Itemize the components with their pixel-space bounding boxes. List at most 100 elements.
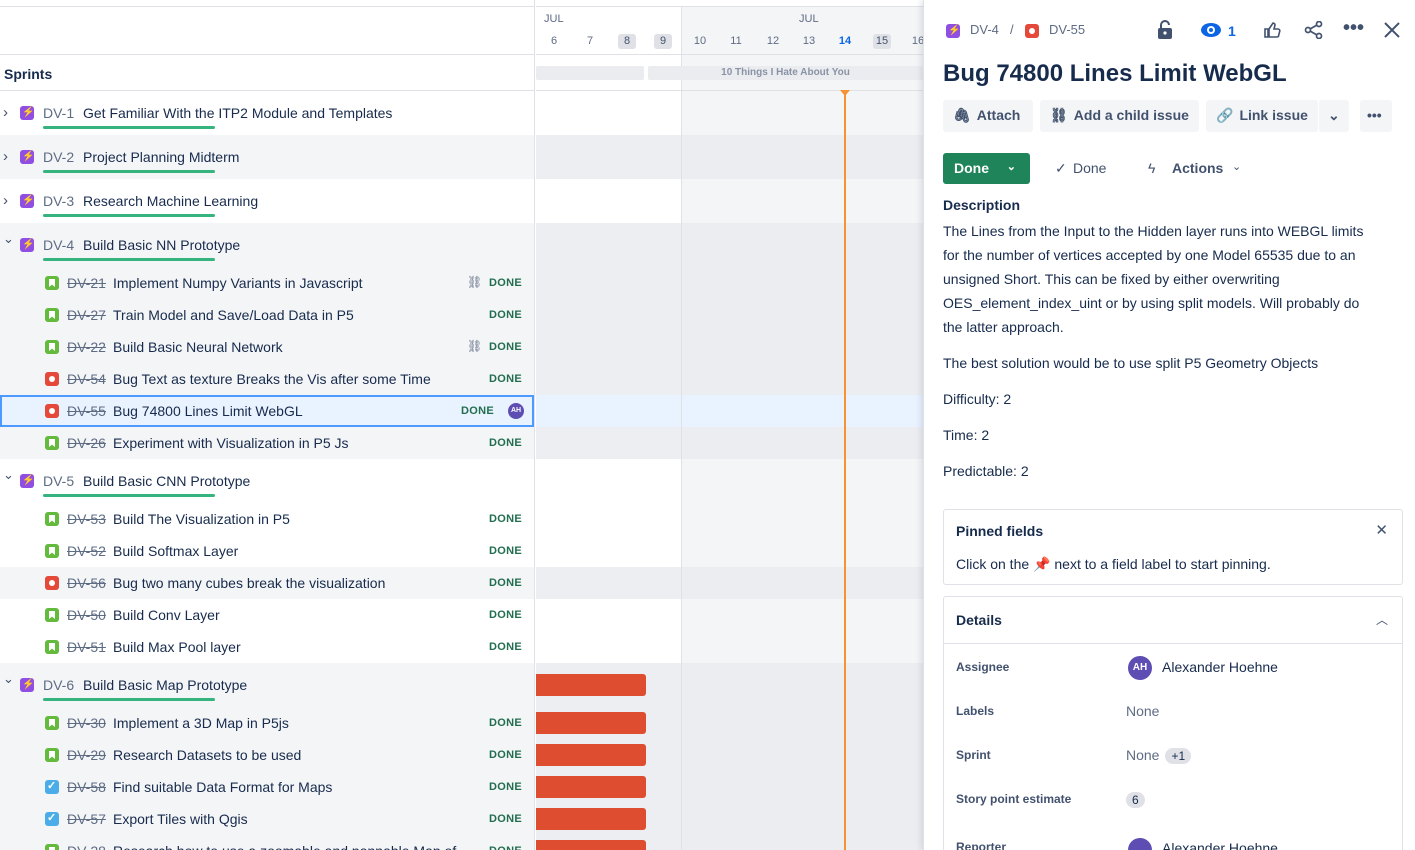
issue-row[interactable]: DV-52 Build Softmax Layer DONE bbox=[0, 535, 534, 567]
breadcrumb-current[interactable]: DV-55 bbox=[1049, 22, 1085, 37]
issue-key[interactable]: DV-5 bbox=[43, 473, 74, 489]
issue-key[interactable]: DV-56 bbox=[67, 575, 106, 591]
issue-summary[interactable]: Bug two many cubes break the visualizati… bbox=[113, 575, 385, 591]
issue-summary[interactable]: Build Basic Neural Network bbox=[113, 339, 283, 355]
epic-row[interactable]: › DV-1 Get Familiar With the ITP2 Module a… bbox=[0, 91, 534, 135]
issue-summary[interactable]: Train Model and Save/Load Data in P5 bbox=[113, 307, 354, 323]
issue-key[interactable]: DV-50 bbox=[67, 607, 106, 623]
issue-summary[interactable]: Find suitable Data Format for Maps bbox=[113, 779, 332, 795]
watch-count[interactable]: 1 bbox=[1228, 23, 1236, 39]
chevron-up-icon[interactable]: ︿ bbox=[1376, 611, 1388, 628]
issue-summary[interactable]: Build Basic Map Prototype bbox=[83, 677, 247, 693]
thumbs-up-icon[interactable] bbox=[1263, 21, 1281, 44]
issue-row[interactable]: DV-29 Research Datasets to be used DONE bbox=[0, 739, 534, 771]
epic-row[interactable]: ⌄ DV-6 Build Basic Map Prototype bbox=[0, 663, 534, 707]
issue-row[interactable]: DV-26 Experiment with Visualization in P5… bbox=[0, 427, 534, 459]
link-issue-button[interactable]: 🔗 Link issue bbox=[1206, 100, 1318, 132]
issue-row[interactable]: DV-56 Bug two many cubes break the visual… bbox=[0, 567, 534, 599]
issue-summary[interactable]: Implement Numpy Variants in Javascript bbox=[113, 275, 363, 291]
issue-key[interactable]: DV-22 bbox=[67, 339, 106, 355]
issue-row[interactable]: DV-57 Export Tiles with Qgis DONE bbox=[0, 803, 534, 835]
epic-row[interactable]: ⌄ DV-4 Build Basic NN Prototype bbox=[0, 223, 534, 267]
details-title[interactable]: Details bbox=[956, 612, 1002, 628]
issue-summary[interactable]: Research Datasets to be used bbox=[113, 747, 301, 763]
issue-row[interactable]: DV-50 Build Conv Layer DONE bbox=[0, 599, 534, 631]
sprint-extra-badge[interactable]: +1 bbox=[1165, 748, 1192, 764]
issue-key[interactable]: DV-55 bbox=[67, 403, 106, 419]
issue-row[interactable]: DV-55 Bug 74800 Lines Limit WebGL DONE AH bbox=[0, 395, 534, 427]
timeline-grid[interactable]: JUL JUL 6 7 8 9 10 11 12 13 14 15 16 10 Things I H… bbox=[536, 0, 923, 850]
close-icon[interactable]: ✕ bbox=[1375, 521, 1388, 539]
lock-icon[interactable] bbox=[1156, 20, 1174, 45]
timeline-bar[interactable] bbox=[536, 776, 646, 798]
issue-key[interactable]: DV-30 bbox=[67, 715, 106, 731]
actions-button[interactable]: Actions bbox=[1172, 160, 1223, 176]
child-issues-icon[interactable]: ⛓ bbox=[467, 275, 482, 289]
share-icon[interactable] bbox=[1304, 20, 1324, 44]
issue-row[interactable]: DV-51 Build Max Pool layer DONE bbox=[0, 631, 534, 663]
issue-key[interactable]: DV-53 bbox=[67, 511, 106, 527]
issue-summary[interactable]: Research how to use a zoomable and panna… bbox=[113, 843, 456, 850]
issue-summary[interactable]: Build Max Pool layer bbox=[113, 639, 241, 655]
issue-key[interactable]: DV-54 bbox=[67, 371, 106, 387]
sprint-bar[interactable]: 10 Things I Hate About You bbox=[648, 66, 923, 80]
attach-button[interactable]: 🖇 Attach bbox=[943, 100, 1033, 132]
chevron-down-icon[interactable]: ⌄ bbox=[3, 467, 14, 482]
chevron-right-icon[interactable]: › bbox=[3, 192, 13, 209]
issue-summary[interactable]: Bug Text as texture Breaks the Vis after… bbox=[113, 371, 431, 387]
predictable-text[interactable]: Predictable: 2 bbox=[943, 459, 1383, 483]
issue-key[interactable]: DV-21 bbox=[67, 275, 106, 291]
chevron-right-icon[interactable]: › bbox=[3, 148, 13, 165]
status-dropdown[interactable]: Done ⌄ bbox=[943, 153, 1030, 184]
issue-summary[interactable]: Experiment with Visualization in P5 Js bbox=[113, 435, 349, 451]
issue-key[interactable]: DV-29 bbox=[67, 747, 106, 763]
issue-row[interactable]: DV-28 Research how to use a zoomable and … bbox=[0, 835, 534, 850]
issue-summary[interactable]: Build Softmax Layer bbox=[113, 543, 238, 559]
issue-row[interactable]: DV-54 Bug Text as texture Breaks the Vis … bbox=[0, 363, 534, 395]
more-options-icon[interactable]: ••• bbox=[1343, 17, 1364, 40]
issue-key[interactable]: DV-3 bbox=[43, 193, 74, 209]
sprint-value[interactable]: None +1 bbox=[1126, 747, 1192, 764]
description-paragraph[interactable]: The best solution would be to use split … bbox=[943, 351, 1383, 375]
issue-summary[interactable]: Bug 74800 Lines Limit WebGL bbox=[113, 403, 303, 419]
issue-key[interactable]: DV-4 bbox=[43, 237, 74, 253]
epic-row[interactable]: ⌄ DV-5 Build Basic CNN Prototype bbox=[0, 459, 534, 503]
reporter-value[interactable]: Alexander Hoehne bbox=[1162, 840, 1278, 850]
issue-row[interactable]: DV-21 Implement Numpy Variants in Javascr… bbox=[0, 267, 534, 299]
add-child-issue-button[interactable]: ⛓ Add a child issue bbox=[1040, 100, 1199, 132]
issue-summary[interactable]: Implement a 3D Map in P5js bbox=[113, 715, 289, 731]
issue-key[interactable]: DV-58 bbox=[67, 779, 106, 795]
issue-row[interactable]: DV-30 Implement a 3D Map in P5js DONE bbox=[0, 707, 534, 739]
issue-key[interactable]: DV-27 bbox=[67, 307, 106, 323]
issue-summary[interactable]: Project Planning Midterm bbox=[83, 149, 239, 165]
issue-key[interactable]: DV-26 bbox=[67, 435, 106, 451]
issue-summary[interactable]: Get Familiar With the ITP2 Module and Te… bbox=[83, 105, 392, 121]
chevron-down-icon[interactable]: ⌄ bbox=[3, 671, 14, 686]
timeline-bar[interactable] bbox=[536, 674, 646, 696]
issue-key[interactable]: DV-6 bbox=[43, 677, 74, 693]
issue-summary[interactable]: Build Basic CNN Prototype bbox=[83, 473, 250, 489]
issue-key[interactable]: DV-52 bbox=[67, 543, 106, 559]
assignee-value[interactable]: Alexander Hoehne bbox=[1162, 659, 1278, 675]
issue-key[interactable]: DV-2 bbox=[43, 149, 74, 165]
chevron-down-icon[interactable]: ⌄ bbox=[3, 231, 14, 246]
more-actions-button[interactable]: ••• bbox=[1360, 100, 1392, 132]
timeline-bar[interactable] bbox=[536, 712, 646, 734]
chevron-down-icon[interactable]: ⌄ bbox=[1232, 160, 1241, 173]
issue-summary[interactable]: Export Tiles with Qgis bbox=[113, 811, 248, 827]
timeline-bar[interactable] bbox=[536, 840, 646, 850]
timeline-bar[interactable] bbox=[536, 808, 646, 830]
link-issue-dropdown[interactable]: ⌄ bbox=[1319, 100, 1349, 132]
epic-row[interactable]: › DV-3 Research Machine Learning bbox=[0, 179, 534, 223]
issue-summary[interactable]: Research Machine Learning bbox=[83, 193, 258, 209]
labels-value[interactable]: None bbox=[1126, 703, 1159, 719]
difficulty-text[interactable]: Difficulty: 2 bbox=[943, 387, 1383, 411]
issue-key[interactable]: DV-1 bbox=[43, 105, 74, 121]
child-issues-icon[interactable]: ⛓ bbox=[467, 339, 482, 353]
issue-summary[interactable]: Build Basic NN Prototype bbox=[83, 237, 240, 253]
issue-row[interactable]: DV-53 Build The Visualization in P5 DONE bbox=[0, 503, 534, 535]
issue-row[interactable]: DV-22 Build Basic Neural Network DONE ⛓ bbox=[0, 331, 534, 363]
issue-summary[interactable]: Build Conv Layer bbox=[113, 607, 220, 623]
issue-title[interactable]: Bug 74800 Lines Limit WebGL bbox=[943, 60, 1287, 88]
issue-key[interactable]: DV-51 bbox=[67, 639, 106, 655]
